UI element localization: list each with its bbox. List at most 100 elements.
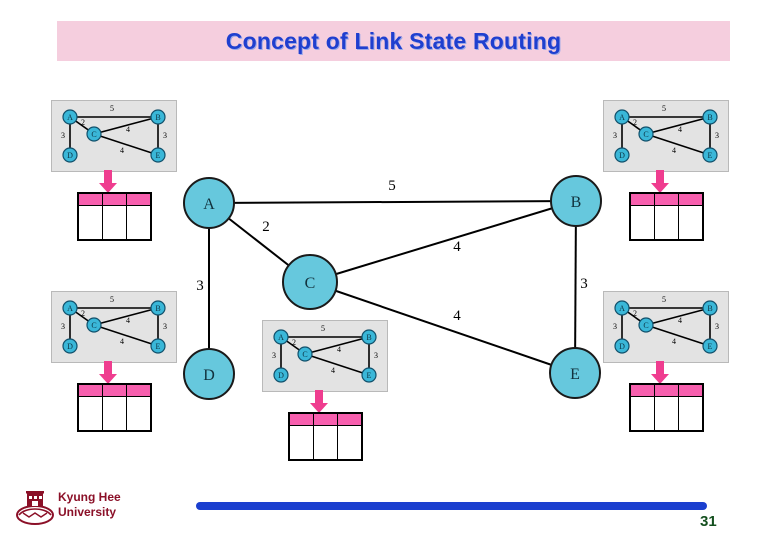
mini-edge-C-E [304,353,370,376]
mini-edge-label-C-B: 4 [337,345,341,354]
table-header-cell-2 [126,383,152,397]
table-header-cell-1 [312,412,339,426]
link-state-panel-top-left: A B C D E 5 2 3 4 4 3 [51,100,177,172]
mini-edge-label-C-B: 4 [126,316,130,325]
edge-label-A-D: 3 [196,278,204,294]
table-cell-2 [337,425,363,461]
table-header-row [77,192,152,206]
mini-edge-label-A-D: 3 [61,131,65,140]
edge-label-A-B: 5 [388,178,396,194]
edge-label-A-C: 2 [262,219,270,235]
node-A-label: A [203,196,215,213]
node-C-label: C [305,275,316,292]
table-row [77,396,152,432]
table-header-cell-0 [629,383,655,397]
main-graph-nodes: A B C D E [183,175,602,400]
routing-table-top-right [629,192,704,241]
mini-edge-label-C-E: 4 [120,146,124,155]
mini-edge-label-A-C: 2 [633,118,637,127]
mini-node-label-D: D [67,342,73,351]
link-state-panel-top-right: A B C D E 5 2 3 4 4 3 [603,100,729,172]
mini-edge-label-B-E: 3 [374,351,378,360]
mini-edge-label-A-C: 2 [633,309,637,318]
table-cell-0 [77,396,103,432]
mini-node-label-C: C [643,321,648,330]
mini-node-label-A: A [278,333,284,342]
table-header-cell-0 [629,192,655,206]
mini-edge-label-B-E: 3 [715,322,719,331]
mini-node-label-E: E [156,342,161,351]
table-header-cell-1 [101,383,128,397]
table-cell-1 [101,205,128,241]
mini-node-label-B: B [707,304,712,313]
table-header-cell-1 [653,192,680,206]
mini-edge-label-A-B: 5 [662,104,666,113]
table-cell-0 [629,205,655,241]
edge-A-B [208,200,577,204]
mini-node-label-D: D [278,371,284,380]
table-header-cell-1 [653,383,680,397]
down-arrow-top-left [99,170,117,193]
mini-edge-label-B-E: 3 [163,131,167,140]
main-network-graph: A B C D E 5 2 3 4 4 3 [183,175,602,400]
down-arrow-center [310,390,328,413]
table-header-cell-2 [678,192,704,206]
mini-node-label-B: B [155,304,160,313]
mini-node-label-A: A [619,304,625,313]
mini-edge-label-C-B: 4 [126,125,130,134]
mini-edge-label-A-D: 3 [613,322,617,331]
mini-node-label-D: D [619,342,625,351]
table-cell-1 [653,205,680,241]
table-header-row [77,383,152,397]
mini-node-label-C: C [91,130,96,139]
node-E-label: E [570,366,580,383]
table-cell-2 [678,205,704,241]
mini-edge-C-E [645,324,711,347]
mini-node-label-D: D [619,151,625,160]
mini-edge-C-E [93,133,159,156]
mini-edge-label-B-E: 3 [715,131,719,140]
mini-edge-C-E [93,324,159,347]
edge-label-C-E: 4 [453,308,461,324]
mini-node-label-C: C [302,350,307,359]
table-cell-0 [288,425,314,461]
footer-university-line1: Kyung Hee [58,490,121,504]
footer-accent-bar [196,502,707,510]
mini-edge-label-A-B: 5 [110,104,114,113]
table-cell-2 [126,205,152,241]
routing-table-bottom-left [77,383,152,432]
table-cell-1 [101,396,128,432]
node-D-label: D [203,367,215,384]
mini-edge-label-B-E: 3 [163,322,167,331]
down-arrow-top-right [651,170,669,193]
table-row [629,396,704,432]
mini-node-label-B: B [366,333,371,342]
mini-node-label-E: E [708,342,713,351]
table-row [288,425,363,461]
mini-node-label-B: B [155,113,160,122]
table-header-row [629,192,704,206]
table-cell-1 [312,425,339,461]
mini-node-label-C: C [643,130,648,139]
table-header-cell-2 [126,192,152,206]
table-header-cell-1 [101,192,128,206]
mini-node-label-D: D [67,151,73,160]
mini-node-label-C: C [91,321,96,330]
mini-edge-label-C-B: 4 [678,125,682,134]
routing-table-top-left [77,192,152,241]
mini-network-graph: A B C D E 5 2 3 4 4 3 [613,295,719,354]
mini-edge-label-C-E: 4 [672,337,676,346]
mini-edge-label-A-C: 2 [292,338,296,347]
table-row [77,205,152,241]
mini-edge-label-C-E: 4 [672,146,676,155]
mini-edge-label-A-C: 2 [81,309,85,318]
edge-label-C-B: 4 [453,239,461,255]
kyung-hee-crest-icon [16,491,54,525]
footer-university-line2: University [58,505,117,519]
table-header-row [629,383,704,397]
routing-table-bottom-right [629,383,704,432]
mini-node-label-E: E [156,151,161,160]
table-cell-1 [653,396,680,432]
table-cell-0 [629,396,655,432]
page-number: 31 [700,513,717,530]
